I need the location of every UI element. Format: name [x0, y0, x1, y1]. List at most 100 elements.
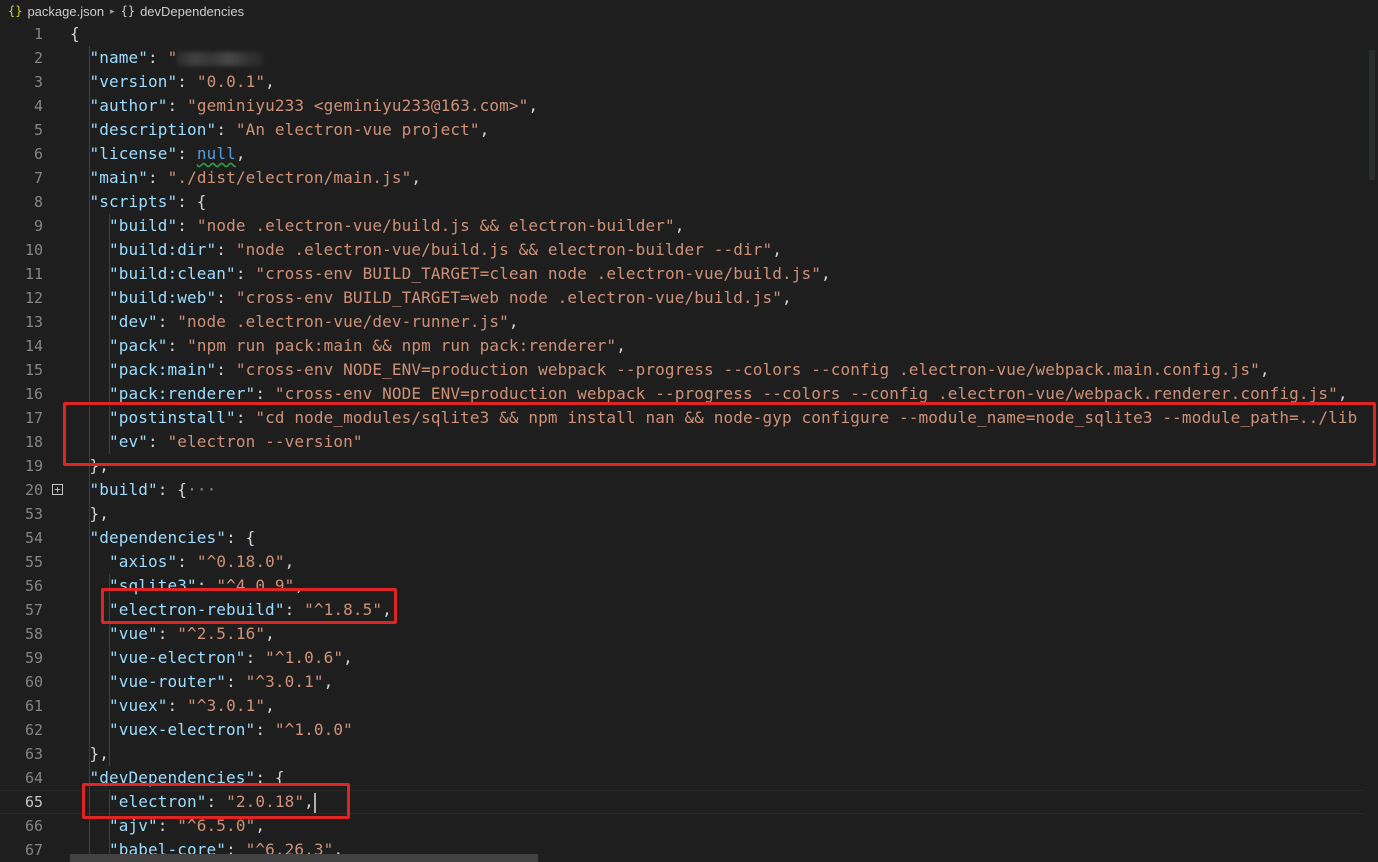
punctuation: , — [508, 312, 519, 331]
code-line[interactable]: 7 "main": "./dist/electron/main.js", — [0, 166, 1378, 190]
code-line[interactable]: 60 "vue-router": "^3.0.1", — [0, 670, 1378, 694]
json-key: "sqlite3" — [109, 576, 197, 595]
code-line[interactable]: 4 "author": "geminiyu233 <geminiyu233@16… — [0, 94, 1378, 118]
line-number: 2 — [33, 49, 43, 67]
json-key: "electron-rebuild" — [109, 600, 285, 619]
punctuation: , — [382, 600, 392, 619]
punctuation: : — [216, 360, 236, 379]
code-line[interactable]: 57 "electron-rebuild": "^1.8.5", — [0, 598, 1378, 622]
code-line[interactable]: 58 "vue": "^2.5.16", — [0, 622, 1378, 646]
json-string: "^4.0.9" — [216, 576, 295, 595]
punctuation: : — [148, 432, 168, 451]
code-editor[interactable]: 1{2 "name": " 3 "version": "0.0.1", 4 "aut… — [0, 22, 1378, 862]
fold-ellipsis[interactable]: ··· — [187, 480, 216, 499]
code-line[interactable]: 65 "electron": "2.0.18", — [0, 790, 1378, 814]
json-key: "dev" — [109, 312, 158, 331]
punctuation: : — [148, 168, 168, 187]
json-key: "ev" — [109, 432, 149, 451]
breadcrumb-node[interactable]: devDependencies — [140, 4, 244, 19]
punctuation: , — [265, 72, 275, 91]
code-line[interactable]: 14 "pack": "npm run pack:main && npm run… — [0, 334, 1378, 358]
code-line[interactable]: 1{ — [0, 22, 1378, 46]
punctuation: { — [70, 24, 80, 43]
code-line[interactable]: 64 "devDependencies": { — [0, 766, 1378, 790]
json-key: "pack:main" — [109, 360, 217, 379]
code-line[interactable]: 61 "vuex": "^3.0.1", — [0, 694, 1378, 718]
json-key: "axios" — [109, 552, 178, 571]
line-number: 54 — [24, 529, 43, 547]
code-line[interactable]: 11 "build:clean": "cross-env BUILD_TARGE… — [0, 262, 1378, 286]
punctuation: , — [284, 552, 295, 571]
code-text: "version": "0.0.1", — [70, 70, 275, 94]
text-cursor — [313, 792, 316, 813]
code-text: "author": "geminiyu233 <geminiyu233@163.… — [70, 94, 539, 118]
json-key: "electron" — [109, 792, 207, 811]
code-line[interactable]: 9 "build": "node .electron-vue/build.js … — [0, 214, 1378, 238]
line-number: 67 — [24, 841, 43, 859]
code-text: "ev": "electron --version" — [70, 430, 363, 454]
code-line[interactable]: 53 }, — [0, 502, 1378, 526]
punctuation: : { — [177, 192, 207, 211]
punctuation: , — [821, 264, 831, 283]
json-string: " — [167, 48, 178, 67]
json-string: "^6.5.0" — [177, 816, 256, 835]
punctuation — [70, 192, 90, 211]
json-string: "cross-env BUILD_TARGET=web node .electr… — [235, 288, 782, 307]
code-text: "vue": "^2.5.16", — [70, 622, 275, 646]
line-number: 56 — [24, 577, 43, 595]
code-line[interactable]: 15 "pack:main": "cross-env NODE_ENV=prod… — [0, 358, 1378, 382]
json-key: "vue-router" — [109, 672, 227, 691]
redacted-value — [177, 51, 264, 66]
code-line[interactable]: 12 "build:web": "cross-env BUILD_TARGET=… — [0, 286, 1378, 310]
code-text: "electron": "2.0.18", — [70, 791, 316, 813]
code-line[interactable]: 18 "ev": "electron --version" — [0, 430, 1378, 454]
code-line[interactable]: 2 "name": " — [0, 46, 1378, 70]
code-line[interactable]: 17 "postinstall": "cd node_modules/sqlit… — [0, 406, 1378, 430]
punctuation: : — [177, 552, 197, 571]
punctuation: : — [216, 120, 236, 139]
punctuation: , — [323, 672, 334, 691]
breadcrumb-file[interactable]: package.json — [27, 4, 104, 19]
code-line[interactable]: 55 "axios": "^0.18.0", — [0, 550, 1378, 574]
code-line[interactable]: 3 "version": "0.0.1", — [0, 70, 1378, 94]
punctuation: : — [245, 648, 266, 667]
code-text: { — [70, 22, 80, 46]
json-string: "^1.0.6" — [265, 648, 344, 667]
punctuation: : — [157, 624, 178, 643]
code-line[interactable]: 54 "dependencies": { — [0, 526, 1378, 550]
code-line[interactable]: 13 "dev": "node .electron-vue/dev-runner… — [0, 310, 1378, 334]
code-line[interactable]: 8 "scripts": { — [0, 190, 1378, 214]
line-number: 16 — [24, 385, 43, 403]
punctuation: , — [772, 240, 782, 259]
line-number: 57 — [24, 601, 43, 619]
code-text: "build": {··· — [70, 478, 217, 502]
vertical-scrollbar[interactable] — [1364, 22, 1378, 848]
code-text: "build:clean": "cross-env BUILD_TARGET=c… — [70, 262, 831, 286]
punctuation: : — [177, 72, 197, 91]
json-string: "^1.0.0" — [274, 720, 353, 739]
code-text: "vue-electron": "^1.0.6", — [70, 646, 353, 670]
punctuation — [70, 480, 90, 499]
code-text: "build:dir": "node .electron-vue/build.j… — [70, 238, 782, 262]
code-text: "electron-rebuild": "^1.8.5", — [70, 598, 392, 622]
code-line[interactable]: 59 "vue-electron": "^1.0.6", — [0, 646, 1378, 670]
code-line[interactable]: 10 "build:dir": "node .electron-vue/buil… — [0, 238, 1378, 262]
code-line[interactable]: 16 "pack:renderer": "cross-env NODE_ENV=… — [0, 382, 1378, 406]
code-line[interactable]: 66 "ajv": "^6.5.0", — [0, 814, 1378, 838]
code-line[interactable]: 20 + "build": {··· — [0, 478, 1378, 502]
line-number: 18 — [24, 433, 43, 451]
expand-fold-icon[interactable]: + — [52, 484, 63, 495]
code-line[interactable]: 56 "sqlite3": "^4.0.9", — [0, 574, 1378, 598]
code-line[interactable]: 19 }, — [0, 454, 1378, 478]
json-key: "name" — [89, 48, 149, 67]
code-line[interactable]: 5 "description": "An electron-vue projec… — [0, 118, 1378, 142]
json-null: null — [196, 144, 236, 163]
line-number: 64 — [24, 769, 43, 787]
code-text: "license": null, — [70, 142, 246, 166]
code-line[interactable]: 62 "vuex-electron": "^1.0.0" — [0, 718, 1378, 742]
line-number: 62 — [24, 721, 43, 739]
code-line[interactable]: 6 "license": null, — [0, 142, 1378, 166]
code-line[interactable]: 63 }, — [0, 742, 1378, 766]
horizontal-scrollbar[interactable] — [70, 854, 538, 862]
json-string: "2.0.18" — [226, 792, 305, 811]
